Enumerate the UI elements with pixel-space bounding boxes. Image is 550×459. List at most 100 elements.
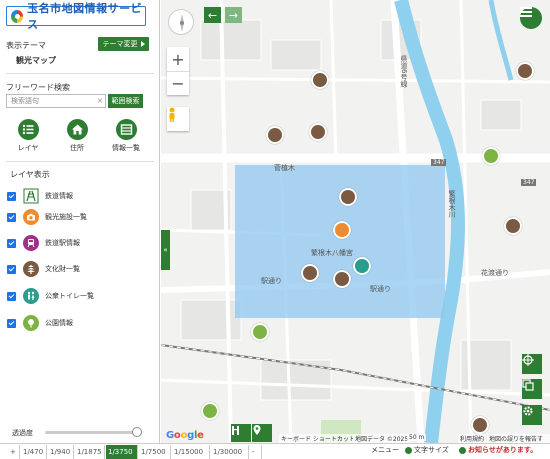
pagoda-icon <box>23 261 39 277</box>
zoom-in-button[interactable]: + <box>167 47 189 71</box>
text-size-link[interactable]: 文字サイズ <box>405 445 449 455</box>
layer-label: 鉄道駅情報 <box>45 239 80 247</box>
measure-button[interactable] <box>231 424 251 442</box>
zoom-out-button[interactable]: − <box>167 71 189 95</box>
crosshair-icon <box>522 354 534 366</box>
cultural-marker-icon[interactable] <box>339 188 357 206</box>
cultural-marker-icon[interactable] <box>333 270 351 288</box>
map-label: 県道6号線 <box>400 55 408 88</box>
menu-link[interactable]: メニュー <box>371 445 399 455</box>
forward-button[interactable]: → <box>225 7 242 23</box>
report-error-link[interactable]: 地図の誤りを報告する <box>487 434 550 443</box>
google-logo: Google <box>166 430 204 441</box>
layers-button[interactable] <box>522 379 542 399</box>
plus-icon <box>405 446 412 454</box>
locate-button[interactable] <box>522 354 542 374</box>
layer-label: 公園情報 <box>45 319 73 327</box>
scale-option[interactable]: 1/30000 <box>211 445 249 459</box>
cultural-marker-icon[interactable] <box>504 217 522 235</box>
cultural-marker-icon[interactable] <box>309 123 327 141</box>
app: 玉名市地図情報サービス 表示テーマ テーマ変更 観光マップ フリーワード検索 ×… <box>0 0 550 459</box>
cultural-marker-icon[interactable] <box>311 71 329 89</box>
collapse-sidebar-button[interactable]: « <box>161 230 170 270</box>
scale-option[interactable]: 1/1875 <box>75 445 105 459</box>
scale-option[interactable]: 1/3750 <box>106 445 138 459</box>
freeword-label: フリーワード検索 <box>6 83 70 92</box>
notice-link[interactable]: お知らせがあります。 <box>459 445 537 455</box>
tool-layer-button[interactable]: レイヤ <box>8 119 48 153</box>
range-search-button[interactable]: 範囲検索 <box>108 94 143 108</box>
checkbox[interactable] <box>7 191 16 201</box>
map-label: 駅通り <box>261 277 282 285</box>
sidebar: 玉名市地図情報サービス 表示テーマ テーマ変更 観光マップ フリーワード検索 ×… <box>0 0 160 459</box>
scale-option[interactable]: 1/7500 <box>139 445 171 459</box>
checkbox[interactable] <box>7 291 16 301</box>
scale-option[interactable]: 1/15000 <box>172 445 210 459</box>
layer-label: 公衆トイレ一覧 <box>45 292 94 300</box>
cultural-marker-icon[interactable] <box>301 264 319 282</box>
pin-button[interactable] <box>252 424 272 442</box>
map-canvas <box>161 0 550 443</box>
back-button[interactable]: ← <box>204 7 221 23</box>
text-size-label: 文字サイズ <box>414 446 449 454</box>
divider <box>6 73 154 74</box>
tool-info-list-label: 情報一覧 <box>112 144 140 152</box>
tool-info-list-button[interactable]: 情報一覧 <box>106 119 146 153</box>
scale-option[interactable]: 1/470 <box>21 445 47 459</box>
scale-option[interactable]: + <box>8 445 20 459</box>
layer-item-toilet[interactable]: 公衆トイレ一覧 <box>7 286 94 306</box>
theme-change-label: テーマ変更 <box>102 40 138 48</box>
park-marker-icon[interactable] <box>482 147 500 165</box>
scale-option[interactable]: 1/940 <box>48 445 74 459</box>
cultural-marker-icon[interactable] <box>471 416 489 434</box>
layer-item-railway[interactable]: 鉄道情報 <box>7 186 73 206</box>
site-logo[interactable]: 玉名市地図情報サービス <box>6 2 146 31</box>
alert-icon <box>459 446 466 454</box>
layer-item-station[interactable]: 鉄道駅情報 <box>7 233 80 253</box>
theme-label: 表示テーマ <box>6 41 46 50</box>
map-area[interactable]: 菅植木 繁根木川 繁根木八幡宮 駅通り 駅通り 花渡通り 県道6号線 347 3… <box>161 0 550 443</box>
tool-layer-label: レイヤ <box>17 144 39 152</box>
opacity-slider[interactable] <box>45 431 137 434</box>
checkbox[interactable] <box>7 264 16 274</box>
layer-label: 文化財一覧 <box>45 265 80 273</box>
map-scale: 50 m <box>407 434 427 441</box>
tool-address-button[interactable]: 住所 <box>57 119 97 153</box>
cultural-marker-icon[interactable] <box>266 126 284 144</box>
map-label: 駅通り <box>370 285 391 293</box>
checkbox[interactable] <box>7 318 16 328</box>
keyboard-shortcuts-link[interactable]: キーボード ショートカット <box>279 434 357 443</box>
search-input[interactable] <box>6 94 106 108</box>
menu-button[interactable] <box>520 7 542 29</box>
terms-link[interactable]: 利用規約 <box>458 434 487 443</box>
checkbox[interactable] <box>7 212 16 222</box>
layer-title: レイヤ表示 <box>10 170 50 179</box>
site-title: 玉名市地図情報サービス <box>27 2 143 31</box>
pin-icon <box>253 425 261 435</box>
park-marker-icon[interactable] <box>201 402 219 420</box>
layer-item-cultural[interactable]: 文化財一覧 <box>7 259 80 279</box>
camera-marker-icon[interactable] <box>333 221 351 239</box>
park-marker-icon[interactable] <box>251 323 269 341</box>
street-view-icon[interactable] <box>167 107 189 131</box>
checkbox[interactable] <box>7 238 16 248</box>
ruler-icon <box>232 426 239 435</box>
menu-label: メニュー <box>371 446 399 454</box>
layer-item-tourism[interactable]: 観光施設一覧 <box>7 207 87 227</box>
zoom-control: + − <box>167 47 189 95</box>
settings-button[interactable] <box>522 405 542 425</box>
route-marker: 347 <box>431 159 447 166</box>
toilet-marker-icon[interactable] <box>353 257 371 275</box>
theme-change-button[interactable]: テーマ変更 <box>98 37 149 51</box>
opacity-slider-thumb[interactable] <box>132 427 142 437</box>
copy-icon <box>522 379 534 391</box>
tool-address-label: 住所 <box>70 144 84 152</box>
gear-icon <box>523 406 533 416</box>
scale-option[interactable]: - <box>250 445 262 459</box>
map-label: 花渡通り <box>481 269 509 277</box>
layer-label: 鉄道情報 <box>45 192 73 200</box>
layer-item-park[interactable]: 公園情報 <box>7 313 73 333</box>
clear-icon[interactable]: × <box>95 95 105 107</box>
compass-icon[interactable] <box>168 9 194 35</box>
cultural-marker-icon[interactable] <box>516 62 534 80</box>
